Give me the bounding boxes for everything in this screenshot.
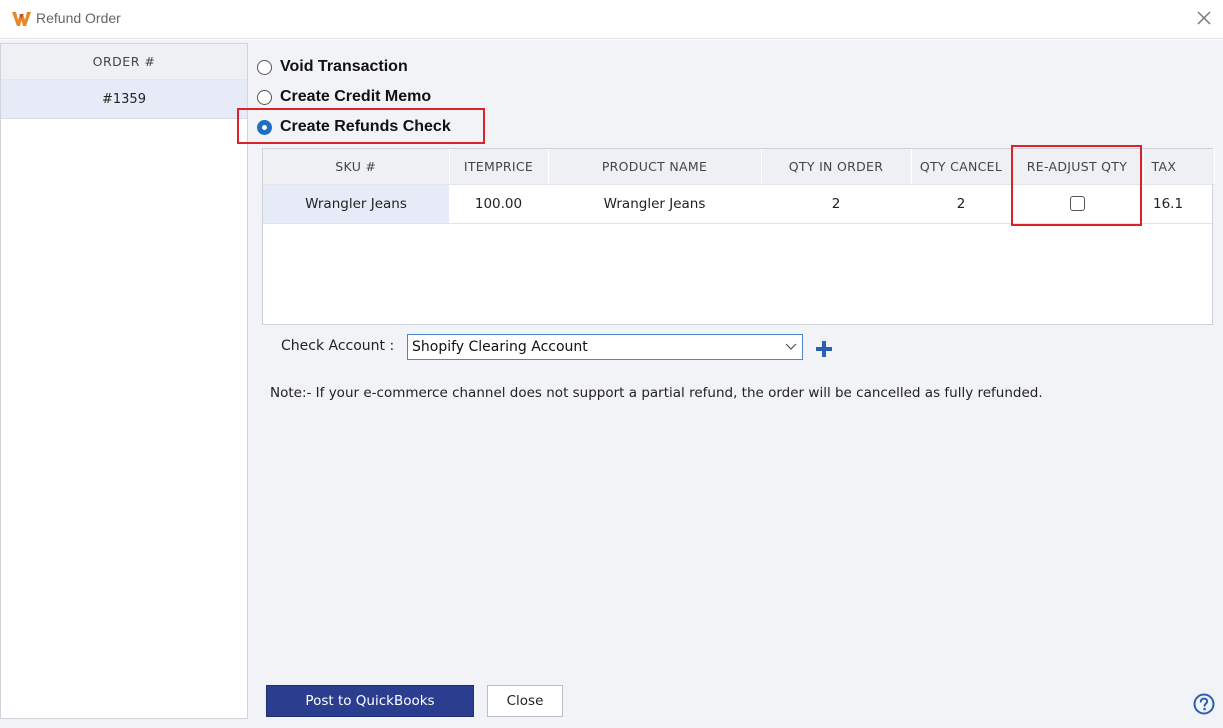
col-header-product-name[interactable]: PRODUCT NAME xyxy=(548,149,762,185)
cell-product-name: Wrangler Jeans xyxy=(548,184,761,224)
check-account-select[interactable]: Shopify Clearing Account xyxy=(407,334,803,360)
dialog-content: ORDER # #1359 Void Transaction Create Cr… xyxy=(0,40,1223,728)
cell-qty-in-order: 2 xyxy=(761,184,911,224)
cell-itemprice: 100.00 xyxy=(449,184,548,224)
refund-items-grid: SKU # ITEMPRICE PRODUCT NAME QTY IN ORDE… xyxy=(262,148,1215,325)
check-account-label: Check Account : xyxy=(281,338,395,354)
chevron-down-icon[interactable] xyxy=(785,342,797,352)
cell-sku: Wrangler Jeans xyxy=(263,184,449,224)
refund-items-table: SKU # ITEMPRICE PRODUCT NAME QTY IN ORDE… xyxy=(263,149,1215,224)
title-bar: Refund Order xyxy=(0,0,1223,39)
option-create-credit-memo[interactable]: Create Credit Memo xyxy=(257,86,431,108)
plus-icon[interactable] xyxy=(815,340,833,358)
post-to-quickbooks-button[interactable]: Post to QuickBooks xyxy=(266,685,474,717)
table-row[interactable]: Wrangler Jeans 100.00 Wrangler Jeans 2 2… xyxy=(263,184,1214,224)
table-header-row: SKU # ITEMPRICE PRODUCT NAME QTY IN ORDE… xyxy=(263,149,1215,185)
order-list-header: ORDER # xyxy=(1,44,247,80)
col-header-qty-cancel[interactable]: QTY CANCEL xyxy=(911,149,1012,185)
void-transaction-label: Void Transaction xyxy=(280,58,408,75)
void-transaction-radio[interactable] xyxy=(257,59,272,75)
help-icon[interactable] xyxy=(1193,693,1215,715)
create-refunds-check-label: Create Refunds Check xyxy=(280,118,451,135)
refund-note: Note:- If your e-commerce channel does n… xyxy=(270,385,1043,401)
close-icon[interactable] xyxy=(1195,9,1213,27)
col-header-tax[interactable]: TAX xyxy=(1143,149,1215,185)
col-header-qty-in-order[interactable]: QTY IN ORDER xyxy=(761,149,912,185)
option-create-refunds-check[interactable]: Create Refunds Check xyxy=(257,116,451,138)
window-title: Refund Order xyxy=(36,10,121,26)
order-list-panel: ORDER # #1359 xyxy=(0,43,248,719)
w-logo-icon xyxy=(12,12,31,26)
cell-qty-cancel: 2 xyxy=(911,184,1011,224)
create-credit-memo-label: Create Credit Memo xyxy=(280,88,432,105)
cell-tax: 16.1 xyxy=(1143,184,1214,224)
order-list-item[interactable]: #1359 xyxy=(1,80,247,119)
option-void-transaction[interactable]: Void Transaction xyxy=(257,56,408,78)
check-account-value: Shopify Clearing Account xyxy=(412,339,588,355)
readjust-qty-checkbox[interactable] xyxy=(1069,196,1085,211)
col-header-sku[interactable]: SKU # xyxy=(263,149,450,185)
cell-readjust-qty xyxy=(1011,184,1143,224)
col-header-readjust-qty[interactable]: RE-ADJUST QTY xyxy=(1011,149,1144,185)
create-refunds-check-radio[interactable] xyxy=(257,119,272,135)
close-button[interactable]: Close xyxy=(487,685,563,717)
create-credit-memo-radio[interactable] xyxy=(257,89,272,105)
col-header-itemprice[interactable]: ITEMPRICE xyxy=(449,149,549,185)
